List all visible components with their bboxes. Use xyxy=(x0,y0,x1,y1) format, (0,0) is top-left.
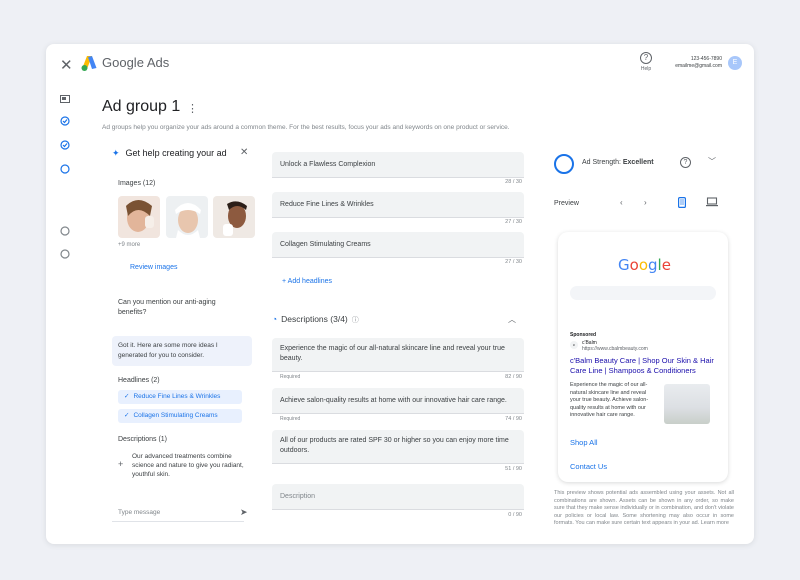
check-circle-icon[interactable] xyxy=(60,140,70,150)
sponsored-label: Sponsored xyxy=(570,332,597,338)
char-counter: 51 / 90 xyxy=(505,466,522,472)
description-field[interactable]: All of our products are rated SPF 30 or … xyxy=(272,430,524,464)
descriptions-title: Descriptions (3/4) xyxy=(281,314,348,324)
send-icon[interactable]: ➤ xyxy=(240,507,248,518)
preview-disclaimer: This preview shows potential ads assembl… xyxy=(554,490,734,526)
ad-image xyxy=(664,384,710,424)
user-question: Can you mention our anti-aging benefits? xyxy=(118,299,216,316)
account-email: emailme@gmail.com xyxy=(675,63,722,69)
images-label: Images (12) xyxy=(118,180,156,187)
headline-field[interactable]: Unlock a Flawless Complexion xyxy=(272,152,524,178)
assistant-title: Get help creating your ad xyxy=(125,148,227,158)
help-icon: ? xyxy=(640,52,652,64)
ad-strength-ring xyxy=(554,154,574,174)
assistant-header: ✦ Get help creating your ad xyxy=(112,148,227,159)
brand-name: Google Ads xyxy=(102,55,170,70)
advertiser-info: c c'Balm https://www.cbalmbeauty.com xyxy=(570,340,648,352)
chevron-right-icon[interactable]: › xyxy=(644,198,647,207)
close-icon[interactable]: ✕ xyxy=(240,147,248,158)
chevron-left-icon[interactable]: ‹ xyxy=(620,198,623,207)
descriptions-section-header[interactable]: ◔ Descriptions (3/4) ⓘ ︿ xyxy=(272,314,524,332)
advertiser-url: https://www.cbalmbeauty.com xyxy=(582,346,648,352)
sparkle-icon: ✦ xyxy=(112,148,120,158)
headline-field[interactable]: Reduce Fine Lines & Wrinkles xyxy=(272,192,524,218)
asset-editor: Unlock a Flawless Complexion 28 / 30 Red… xyxy=(272,144,532,540)
required-label: Required xyxy=(280,374,301,380)
description-field[interactable]: Achieve salon-quality results at home wi… xyxy=(272,388,524,414)
ad-strength-value: Excellent xyxy=(622,159,654,166)
char-counter: 28 / 30 xyxy=(505,179,522,185)
check-circle-icon[interactable] xyxy=(60,116,70,126)
step-circle-icon[interactable] xyxy=(60,164,70,174)
account-phone: 123-456-7890 xyxy=(690,56,722,62)
top-bar: ✕ Google Ads ? Help 123-456-7890 emailme… xyxy=(46,44,754,84)
account-info[interactable]: 123-456-7890 emailme@gmail.com xyxy=(666,56,722,70)
step-circle-icon[interactable] xyxy=(60,226,70,236)
assistant-answer: Got it. Here are some more ideas I gener… xyxy=(112,336,252,366)
help-icon[interactable]: ? xyxy=(680,157,691,168)
suggested-description[interactable]: + Our advanced treatments combine scienc… xyxy=(118,452,248,479)
google-logo: Google xyxy=(618,256,671,274)
ad-strength-label: Ad Strength: xyxy=(582,159,621,166)
app-window: ✕ Google Ads ? Help 123-456-7890 emailme… xyxy=(46,44,754,544)
ad-preview-icon[interactable] xyxy=(60,94,70,104)
ad-description: Experience the magic of our all-natural … xyxy=(570,382,649,418)
description-field[interactable]: Experience the magic of our all-natural … xyxy=(272,338,524,372)
headlines-label: Headlines (2) xyxy=(118,377,160,384)
description-field[interactable]: Description xyxy=(272,484,524,510)
preview-panel: Ad Strength: Excellent ? ﹀ Preview ‹ › G… xyxy=(546,144,746,540)
char-counter: 27 / 30 xyxy=(505,219,522,225)
help-label: Help xyxy=(640,66,652,72)
image-thumbnail[interactable] xyxy=(118,196,160,238)
suggested-headline[interactable]: ✓ Collagen Stimulating Creams xyxy=(118,409,242,423)
help-button[interactable]: ? Help xyxy=(636,52,656,72)
add-headlines-label: Add headlines xyxy=(287,278,333,285)
add-headlines-button[interactable]: + Add headlines xyxy=(282,278,332,285)
char-counter: 27 / 30 xyxy=(505,259,522,265)
check-circle-icon: ◔ xyxy=(272,314,278,324)
more-options-icon[interactable]: ⋮ xyxy=(187,102,198,115)
image-thumbnail[interactable] xyxy=(213,196,255,238)
page-subtitle: Ad groups help you organize your ads aro… xyxy=(102,124,510,131)
check-icon: ✓ xyxy=(124,393,130,400)
ad-strength: Ad Strength: Excellent xyxy=(582,159,654,166)
suggested-headline[interactable]: ✓ Reduce Fine Lines & Wrinkles xyxy=(118,390,242,404)
search-bar xyxy=(570,286,716,300)
mobile-preview: Google Sponsored c c'Balm https://www.cb… xyxy=(558,232,728,482)
info-icon[interactable]: ⓘ xyxy=(352,317,359,324)
sitelink[interactable]: Contact Us xyxy=(570,462,607,471)
more-images-label: +9 more xyxy=(118,242,141,248)
check-icon: ✓ xyxy=(124,412,130,419)
sitelink[interactable]: Shop All xyxy=(570,438,598,447)
google-ads-logo-icon xyxy=(81,56,97,71)
desktop-icon[interactable] xyxy=(706,197,718,207)
char-counter: 0 / 90 xyxy=(508,512,522,518)
image-thumbnail[interactable] xyxy=(166,196,208,238)
char-counter: 74 / 90 xyxy=(505,416,522,422)
suggested-description-text: Our advanced treatments combine science … xyxy=(132,453,244,478)
char-counter: 82 / 90 xyxy=(505,374,522,380)
headline-field[interactable]: Collagen Stimulating Creams xyxy=(272,232,524,258)
preview-label: Preview xyxy=(554,200,579,207)
required-label: Required xyxy=(280,416,301,422)
descriptions-label: Descriptions (1) xyxy=(118,436,168,443)
review-images-link[interactable]: Review images xyxy=(130,264,177,271)
ad-headline-link[interactable]: c'Balm Beauty Care | Shop Our Skin & Hai… xyxy=(570,356,718,376)
suggested-headline-text: Collagen Stimulating Creams xyxy=(133,412,218,419)
avatar[interactable]: E xyxy=(728,56,742,70)
message-input[interactable]: Type message xyxy=(112,504,244,522)
step-circle-icon[interactable] xyxy=(60,249,70,259)
page-title: Ad group 1 xyxy=(102,98,181,115)
chevron-up-icon[interactable]: ︿ xyxy=(508,314,516,325)
mobile-icon[interactable] xyxy=(678,197,686,208)
close-icon[interactable]: ✕ xyxy=(60,56,73,74)
favicon-icon: c xyxy=(570,341,578,349)
add-icon[interactable]: + xyxy=(118,460,123,469)
chevron-down-icon[interactable]: ﹀ xyxy=(708,156,716,167)
suggested-headline-text: Reduce Fine Lines & Wrinkles xyxy=(133,393,221,400)
